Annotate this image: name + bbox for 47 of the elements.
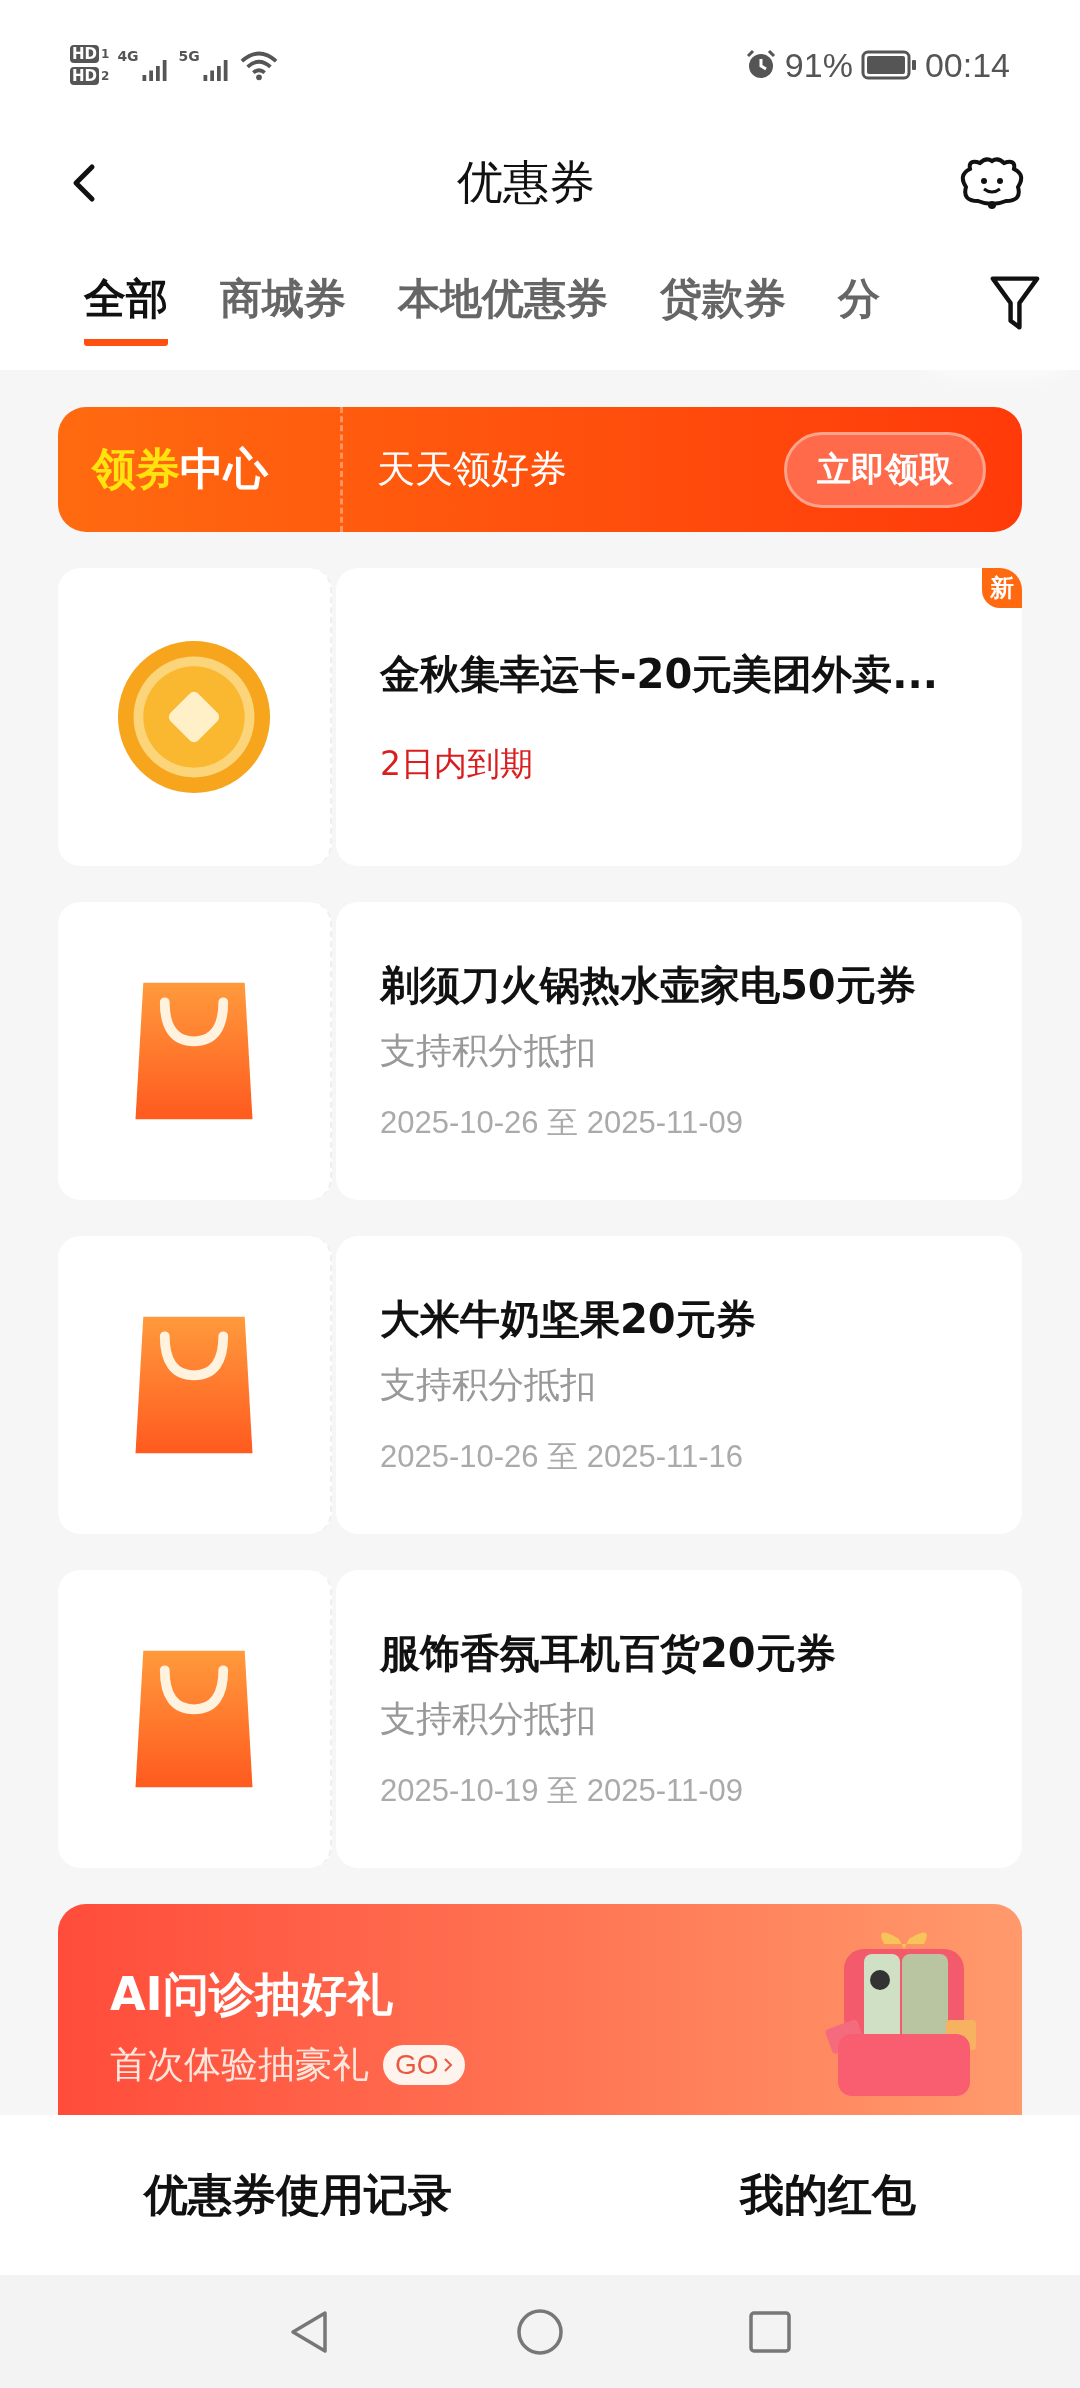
coin-icon — [116, 639, 272, 795]
coupon-note: 支持积分抵扣 — [380, 1363, 597, 1407]
sim-slot-number: 2 — [101, 69, 110, 83]
battery-icon — [860, 50, 917, 80]
coupon-card[interactable]: 大米牛奶坚果20元券 支持积分抵扣 2025-10-26 至 2025-11-16 — [336, 1236, 1022, 1534]
network-type: 4G — [117, 48, 139, 64]
chevron-icon — [442, 2057, 453, 2073]
back-icon[interactable] — [72, 162, 96, 203]
validity-period: 2025-10-26 至 2025-11-16 — [380, 1438, 745, 1476]
banner-logo-text: 中心 — [180, 442, 268, 496]
hd-label: HD — [70, 67, 99, 85]
banner-subtitle: 天天领好券 — [377, 446, 568, 493]
clock: 00:14 — [924, 45, 1010, 85]
promo-title: AI问诊抽好礼 — [110, 1966, 394, 2023]
promo-banner[interactable]: AI问诊抽好礼 首次体验抽豪礼 GO — [58, 1904, 1022, 2115]
coupon-title: 大米牛奶坚果20元券 — [380, 1295, 757, 1344]
expiry-warning: 2日内到期 — [380, 743, 534, 785]
promo-subtitle: 首次体验抽豪礼 — [110, 2042, 369, 2088]
coupon-title: 金秋集幸运卡-20元美团外卖... — [380, 650, 939, 699]
validity-period: 2025-10-19 至 2025-11-09 — [380, 1772, 745, 1810]
category-tab[interactable]: 贷款券 — [660, 259, 786, 346]
go-button[interactable]: GO — [383, 2045, 465, 2085]
coupon-title: 剃须刀火锅热水壶家电50元券 — [380, 961, 917, 1010]
coupon-center-banner[interactable]: 领券中心 天天领好券 立即领取 — [58, 407, 1022, 532]
coupon-note: 支持积分抵扣 — [380, 1029, 597, 1073]
alarm-icon — [744, 49, 777, 81]
coupon-card[interactable]: 服饰香氛耳机百货20元券 支持积分抵扣 2025-10-19 至 2025-11-09 — [336, 1570, 1022, 1868]
new-badge: 新 — [982, 568, 1022, 608]
network-type: 5G — [178, 48, 200, 64]
category-tab[interactable]: 本地优惠券 — [398, 259, 608, 346]
bottom-link[interactable]: 优惠券使用记录 — [144, 2165, 452, 2225]
banner-logo-text: 领券 — [92, 442, 180, 496]
coupon-note: 支持积分抵扣 — [380, 1697, 597, 1741]
category-tab[interactable]: 商城券 — [220, 259, 346, 346]
coupon-card[interactable]: 剃须刀火锅热水壶家电50元券 支持积分抵扣 2025-10-26 至 2025-11-09 — [336, 902, 1022, 1200]
wifi-icon — [239, 49, 278, 81]
home-nav-icon[interactable] — [515, 2306, 565, 2357]
category-tab[interactable]: 分 — [838, 259, 880, 346]
coupon-card[interactable]: 金秋集幸运卡-20元美团外卖... 2日内到期 新 — [336, 568, 1022, 866]
coupon-title: 服饰香氛耳机百货20元券 — [380, 1629, 837, 1678]
sim-slot-number: 1 — [101, 47, 110, 61]
battery-percentage: 91% — [784, 45, 853, 85]
hd-label: HD — [70, 45, 99, 63]
page-title: 优惠券 — [457, 153, 595, 211]
bottom-link[interactable]: 我的红包 — [740, 2165, 916, 2225]
validity-period: 2025-10-26 至 2025-11-09 — [380, 1104, 745, 1142]
category-tab[interactable]: 全部 — [84, 259, 168, 346]
